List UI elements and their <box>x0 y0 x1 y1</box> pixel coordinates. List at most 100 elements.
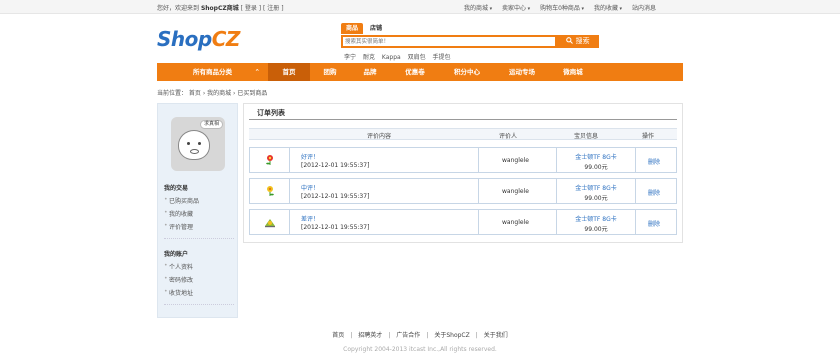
search-tab-shops[interactable]: 店铺 <box>365 23 387 34</box>
hot-word-link[interactable]: 手提包 <box>433 54 451 61</box>
sidebar-title-trades: 我的交易 <box>164 185 189 192</box>
footer-link-jobs[interactable]: 招聘英才 <box>358 332 382 339</box>
footer-link-about-us[interactable]: 关于我们 <box>484 332 508 339</box>
cell-divider <box>635 210 636 234</box>
sidebar: 求真相 我的交易 已购买商品 我的收藏 评价管理 我的账户 个人资料 密码修改 … <box>157 103 238 318</box>
welcome-prefix: 您好，欢迎来到 <box>157 5 200 12</box>
column-header-reviewer: 评价人 <box>499 133 518 140</box>
chevron-up-icon: ⌃ <box>254 68 260 76</box>
nav-item-microshop[interactable]: 微商城 <box>550 63 596 81</box>
table-row: 中评！ [2012-12-01 19:55:37] wanglele 金士顿TF… <box>249 178 677 204</box>
nav-item-points[interactable]: 积分中心 <box>440 63 494 81</box>
eye-icon <box>187 142 190 145</box>
face-icon <box>178 130 210 160</box>
product-price: 99.00元 <box>584 226 608 233</box>
site-name: ShopCZ商城 <box>200 5 239 12</box>
product-price: 99.00元 <box>584 195 608 202</box>
hot-words: 李宁 耐克 Kappa 双肩包 手提包 <box>344 52 456 61</box>
all-categories-menu[interactable]: 所有商品分类 ⌃ <box>157 63 268 81</box>
sidebar-item-favorites[interactable]: 我的收藏 <box>164 209 193 218</box>
delete-button[interactable]: 删除 <box>648 219 660 228</box>
sidebar-divider <box>164 238 234 239</box>
sidebar-item-password[interactable]: 密码修改 <box>164 275 193 284</box>
delete-button[interactable]: 删除 <box>648 188 660 197</box>
product-link[interactable]: 金士顿TF 8G卡 <box>566 183 626 192</box>
column-header-action: 操作 <box>642 133 655 140</box>
cell-divider <box>635 148 636 172</box>
review-time: [2012-12-01 19:55:37] <box>301 162 370 169</box>
review-title-link[interactable]: 差评！ <box>301 214 319 223</box>
favorites-link[interactable]: 我的收藏 <box>594 5 622 12</box>
cell-divider <box>289 210 290 234</box>
cell-divider <box>478 210 479 234</box>
footer-separator: | <box>475 332 478 339</box>
sidebar-divider <box>164 304 234 305</box>
search-button-label: 搜索 <box>575 37 590 45</box>
reviewer-name: wanglele <box>502 219 529 226</box>
avatar: 求真相 <box>171 117 225 171</box>
avatar-tag: 求真相 <box>199 120 223 129</box>
sidebar-item-purchased[interactable]: 已购买商品 <box>164 196 199 205</box>
messages-link[interactable]: 站内消息 <box>632 5 656 12</box>
search-button[interactable]: 搜索 <box>557 35 599 48</box>
eye-icon <box>198 142 201 145</box>
search-tab-goods[interactable]: 商品 <box>341 23 364 34</box>
register-link[interactable]: [ 注册 ] <box>263 5 284 12</box>
reviewer-name: wanglele <box>502 188 529 195</box>
search-icon <box>566 37 575 45</box>
footer-link-home[interactable]: 首页 <box>332 332 344 339</box>
footer-separator: | <box>388 332 391 339</box>
footer-link-about-shopcz[interactable]: 关于ShopCZ <box>434 332 469 339</box>
delete-button[interactable]: 删除 <box>648 157 660 166</box>
nav-item-sports[interactable]: 运动专场 <box>494 63 550 81</box>
footer-links: 首页 | 招聘英才 | 广告合作 | 关于ShopCZ | 关于我们 <box>0 330 840 339</box>
cell-divider <box>478 179 479 203</box>
nav-item-brands[interactable]: 品牌 <box>350 63 390 81</box>
footer-separator: | <box>426 332 429 339</box>
site-logo[interactable]: ShopCZ <box>157 27 240 51</box>
my-mall-link[interactable]: 我的商城 <box>464 5 492 12</box>
search-input[interactable] <box>343 37 555 46</box>
breadcrumb: 当前位置： 首页 › 我的商城 › 已买到商品 <box>157 90 268 97</box>
search-box <box>341 35 557 48</box>
cart-link[interactable]: 购物车0种商品 <box>540 5 584 12</box>
cell-divider <box>556 179 557 203</box>
logo-part-shop: Shop <box>157 27 212 51</box>
cell-divider <box>289 179 290 203</box>
review-title-link[interactable]: 中评！ <box>301 183 319 192</box>
title-divider <box>249 119 677 120</box>
mouth-icon <box>190 149 199 154</box>
hot-word-link[interactable]: 李宁 <box>344 54 356 61</box>
search-tabs: 商品 店铺 <box>341 23 387 34</box>
copyright-text: Copyright 2004-2013 itcast Inc.,All righ… <box>343 346 497 353</box>
sidebar-title-account: 我的账户 <box>164 251 189 258</box>
seller-center-link[interactable]: 卖家中心 <box>502 5 530 12</box>
top-links: 我的商城 卖家中心 购物车0种商品 我的收藏 站内消息 <box>456 3 656 12</box>
all-categories-label: 所有商品分类 <box>193 68 232 76</box>
footer-separator: | <box>350 332 353 339</box>
nav-item-coupons[interactable]: 优惠卷 <box>390 63 440 81</box>
review-title-link[interactable]: 好评！ <box>301 152 319 161</box>
product-link[interactable]: 金士顿TF 8G卡 <box>566 152 626 161</box>
cell-divider <box>289 148 290 172</box>
table-row: 差评！ [2012-12-01 19:55:37] wanglele 金士顿TF… <box>249 209 677 235</box>
welcome-text: 您好，欢迎来到 ShopCZ商城 [ 登录 ] [ 注册 ] <box>157 3 284 12</box>
cell-divider <box>556 210 557 234</box>
hot-word-link[interactable]: Kappa <box>382 54 401 61</box>
product-link[interactable]: 金士顿TF 8G卡 <box>566 214 626 223</box>
footer-link-ads[interactable]: 广告合作 <box>396 332 420 339</box>
medium-flower-icon <box>267 186 274 196</box>
reviewer-name: wanglele <box>502 157 529 164</box>
hot-word-link[interactable]: 双肩包 <box>408 54 426 61</box>
login-link[interactable]: [ 登录 ] <box>241 5 262 12</box>
sidebar-item-reviews[interactable]: 评价管理 <box>164 222 193 231</box>
cell-divider <box>478 148 479 172</box>
nav-item-home[interactable]: 首页 <box>268 63 310 81</box>
review-list-panel: 订单列表 评价内容 评价人 宝贝信息 操作 好评！ [2012-12-01 19… <box>243 103 683 243</box>
good-flower-icon <box>266 155 273 165</box>
sidebar-item-profile[interactable]: 个人资料 <box>164 262 193 271</box>
sidebar-item-address[interactable]: 收货地址 <box>164 288 193 297</box>
nav-item-groupbuy[interactable]: 团购 <box>310 63 350 81</box>
column-header-product: 宝贝信息 <box>574 133 599 140</box>
hot-word-link[interactable]: 耐克 <box>363 54 375 61</box>
